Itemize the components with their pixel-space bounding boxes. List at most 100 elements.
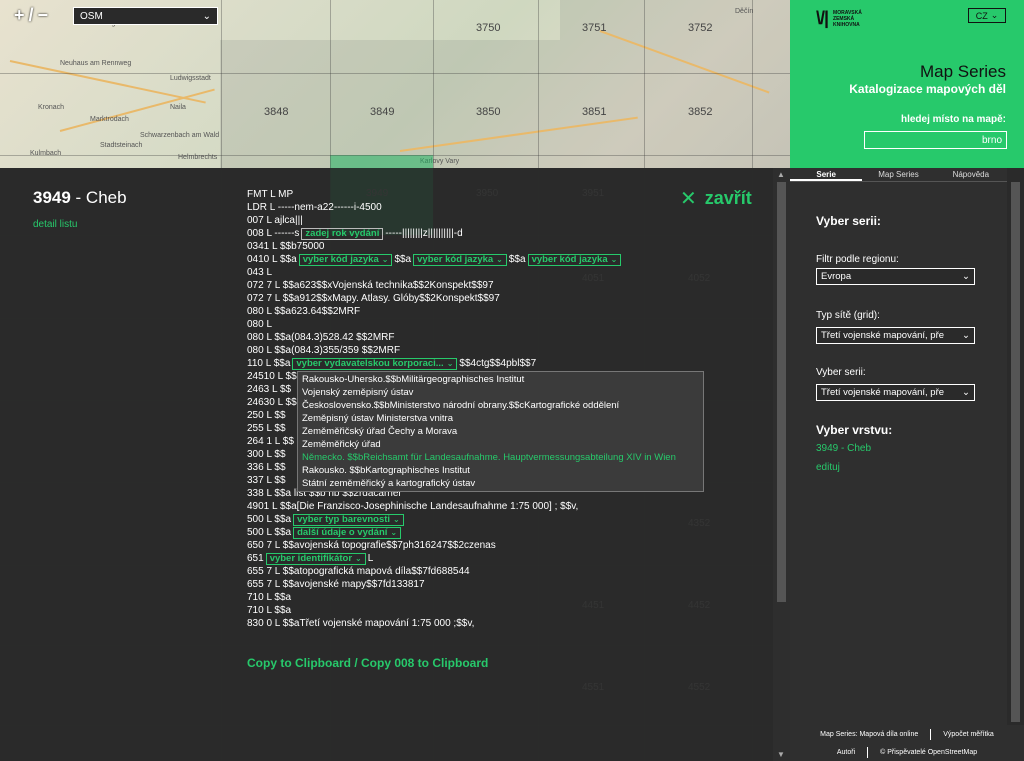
marc-row: 080 L $$a(084.3)355/359 $$2MRF	[247, 344, 767, 357]
town-label: Neuhaus am Rennweg	[60, 60, 132, 67]
region-select[interactable]: Evropa ⌄	[816, 268, 975, 285]
language-select-3[interactable]: vyber kód jazyka ⌄	[527, 253, 622, 266]
town-label: Kronach	[38, 104, 65, 111]
dropdown-option[interactable]: Československo.$$bMinisterstvo národní o…	[298, 399, 703, 412]
selected-layer-link[interactable]: 3949 - Cheb	[816, 443, 871, 454]
zoom-controls: + / −	[14, 6, 48, 24]
footer-link-scale[interactable]: Výpočet měřítka	[943, 731, 994, 738]
language-value: CZ	[975, 10, 988, 21]
zoom-in-button[interactable]: +	[14, 6, 25, 24]
footer-link-osm[interactable]: © Přispěvatelé OpenStreetMap	[880, 749, 977, 756]
color-type-select[interactable]: vyber typ barevnosti ⌄	[293, 513, 404, 526]
select-label: vyber vydavatelskou korporaci...	[296, 358, 444, 369]
marc-text: 072 7 L $$a623$$xVojenská technika$$2Kon…	[247, 280, 494, 291]
tab-map-series[interactable]: Map Series	[862, 168, 934, 181]
town-label: Stadtsteinach	[100, 142, 143, 149]
town-label: Děčín	[735, 8, 754, 15]
marc-row: 830 0 L $$aTřetí vojenské mapování 1:75 …	[247, 617, 767, 630]
dropdown-option[interactable]: Vojenský zeměpisný ústav	[298, 386, 703, 399]
marc-text: 650 7 L $$avojenská topografie$$7ph31624…	[247, 540, 496, 551]
marc-text: 337 L $$	[247, 475, 286, 486]
footer-link-map-series[interactable]: Map Series: Mapová díla online	[820, 731, 918, 738]
layer-heading: Vyber vrstvu:	[816, 423, 893, 437]
issue-info-select[interactable]: další údaje o vydání ⌄	[293, 526, 402, 539]
scroll-up-icon[interactable]: ▲	[777, 170, 785, 179]
grid-select[interactable]: Třetí vojenské mapování, pře ⌄	[816, 327, 975, 344]
language-select[interactable]: CZ ⌄	[968, 8, 1006, 23]
map-topo-area: Leutenberg Neuhaus am Rennweg Ludwigssta…	[0, 0, 790, 168]
marc-text: 500 L $$a	[247, 514, 292, 525]
sidebar-scrollbar[interactable]	[1007, 168, 1024, 761]
marc-text: 080 L $$a(084.3)528.42 $$2MRF	[247, 332, 395, 343]
marc-row: 655 7 L $$avojenské mapy$$7fd133817	[247, 578, 767, 591]
chevron-down-icon: ⌄	[610, 255, 618, 264]
marc-text: 710 L $$a	[247, 592, 292, 603]
edit-link[interactable]: edituj	[816, 462, 840, 473]
marc-text: $$a	[508, 254, 526, 265]
marc-text: -----||||||||z||||||||||-d	[385, 228, 463, 239]
logo-mark: \/|	[816, 8, 829, 28]
dropdown-option[interactable]: Zeměměřický úřad	[298, 438, 703, 451]
marc-row: 072 7 L $$a912$$xMapy. Atlasy. Glóby$$2K…	[247, 292, 767, 305]
identifier-select[interactable]: vyber identifikátor ⌄	[265, 552, 366, 565]
marc-row: 0410 L $$a vyber kód jazyka ⌄ $$a vyber k…	[247, 253, 767, 266]
marc-row: 080 L $$a623.64$$2MRF	[247, 305, 767, 318]
dropdown-option[interactable]: Rakousko-Uhersko.$$bMilitärgeographische…	[298, 373, 703, 386]
chevron-down-icon: ⌄	[446, 359, 454, 368]
dropdown-option-active[interactable]: Německo. $$bReichsamt für Landesaufnahme…	[298, 451, 703, 464]
dropdown-option[interactable]: Zeměpisný ústav Ministerstva vnitra	[298, 412, 703, 425]
select-label: vyber kód jazyka	[531, 254, 608, 265]
town-label: Naila	[170, 104, 186, 111]
corporation-select[interactable]: vyber vydavatelskou korporaci... ⌄	[292, 357, 458, 370]
marc-text: 24510 L $$	[247, 371, 297, 382]
tile-label: 3751	[582, 22, 607, 34]
marc-text: 255 L $$	[247, 423, 286, 434]
region-label: Filtr podle regionu:	[816, 254, 899, 265]
marc-text: 651	[247, 553, 264, 564]
copy-to-clipboard-button[interactable]: Copy to Clipboard / Copy 008 to Clipboar…	[247, 656, 488, 670]
tile-label: 3849	[370, 106, 395, 118]
chevron-down-icon: ⌄	[355, 554, 362, 563]
marc-row: 043 L	[247, 266, 767, 279]
sheet-title: 3949 - Cheb	[33, 188, 127, 208]
marc-text: 250 L $$	[247, 410, 286, 421]
select-label: vyber typ barevnosti	[297, 514, 391, 525]
base-layer-select[interactable]: OSM ⌄	[73, 7, 218, 25]
scrollbar-thumb[interactable]	[1011, 182, 1020, 722]
tab-help[interactable]: Nápověda	[935, 168, 1007, 181]
scroll-down-icon[interactable]: ▼	[777, 750, 785, 759]
marc-text: 008 L ------s	[247, 228, 300, 239]
dropdown-option[interactable]: Zeměměřičský úřad Čechy a Morava	[298, 425, 703, 438]
year-input[interactable]: zadej rok vydání	[301, 227, 384, 240]
marc-text: 24630 L $$	[247, 397, 297, 408]
marc-text: 007 L ajlca|||	[247, 215, 303, 226]
tile-label: 3750	[476, 22, 501, 34]
detail-link[interactable]: detail listu	[33, 219, 77, 230]
chevron-down-icon: ⌄	[393, 515, 400, 524]
language-select-1[interactable]: vyber kód jazyka ⌄	[298, 253, 393, 266]
dropdown-option[interactable]: Rakousko. $$bKartographisches Institut	[298, 464, 703, 477]
marc-row: 710 L $$a	[247, 604, 767, 617]
language-select-2[interactable]: vyber kód jazyka ⌄	[413, 253, 507, 266]
series-select[interactable]: Třetí vojenské mapování, pře ⌄	[816, 384, 975, 401]
footer-link-authors[interactable]: Autoři	[837, 749, 855, 756]
detail-scrollbar[interactable]: ▲ ▼	[773, 168, 790, 761]
scrollbar-thumb[interactable]	[777, 182, 786, 602]
chevron-down-icon: ⌄	[381, 255, 389, 264]
marc-text: $$4ctg$$4pbl$$7	[459, 358, 537, 369]
base-layer-value: OSM	[80, 10, 103, 22]
chevron-down-icon: ⌄	[962, 330, 970, 341]
chevron-down-icon: ⌄	[990, 10, 999, 20]
select-label: vyber identifikátor	[269, 553, 353, 564]
footer-separator	[930, 728, 932, 740]
marc-text: 830 0 L $$aTřetí vojenské mapování 1:75 …	[247, 618, 475, 629]
zoom-out-button[interactable]: −	[38, 6, 49, 24]
tile-label: 3851	[582, 106, 607, 118]
tab-serie[interactable]: Serie	[790, 168, 863, 181]
zoom-separator: /	[28, 5, 34, 25]
place-search-input[interactable]	[864, 131, 1007, 149]
marc-text: 080 L	[247, 319, 273, 330]
grid-label: Typ sítě (grid):	[816, 310, 880, 321]
dropdown-option[interactable]: Státní zeměměřický a kartografický ústav	[298, 477, 703, 490]
marc-row: 080 L $$a(084.3)528.42 $$2MRF	[247, 331, 767, 344]
